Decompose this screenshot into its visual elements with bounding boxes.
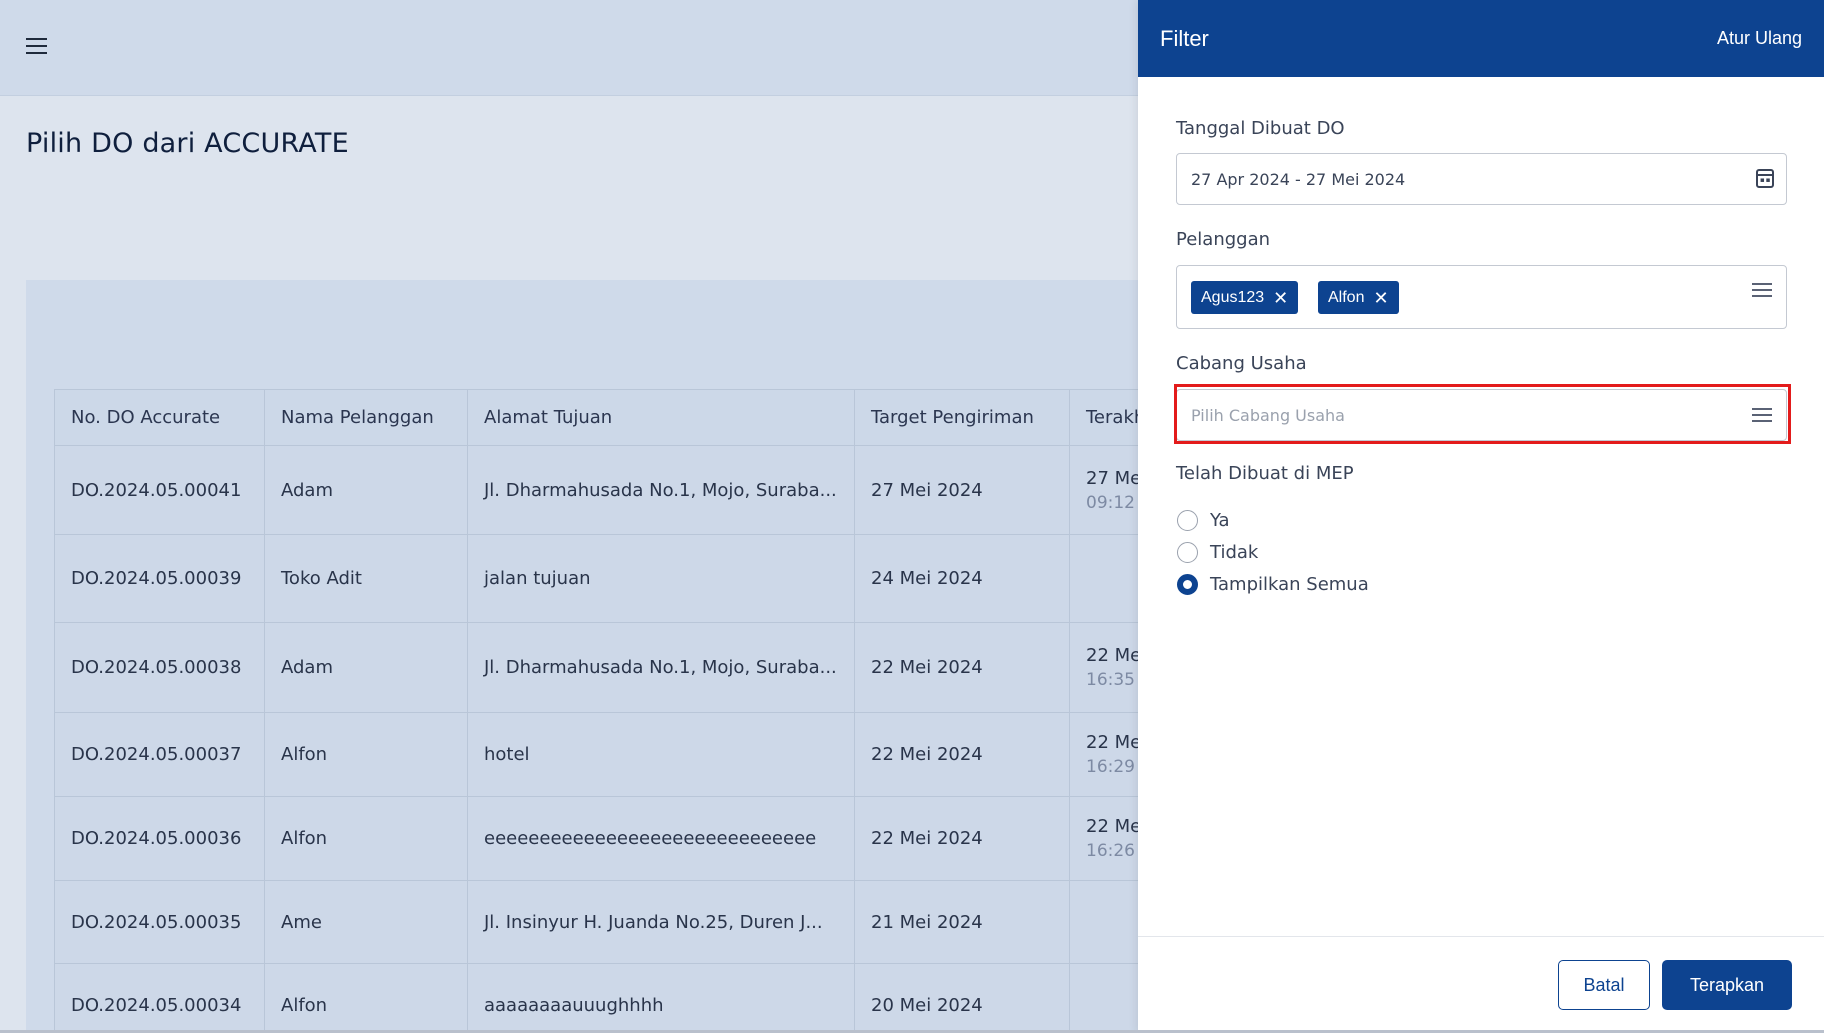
radio-label: Tampilkan Semua	[1210, 574, 1369, 595]
cell-alamat: Jl. Dharmahusada No.1, Mojo, Suraba...	[467, 445, 855, 535]
chip-label: Agus123	[1201, 288, 1265, 306]
list-icon[interactable]	[1752, 408, 1772, 422]
table-row[interactable]: DO.2024.05.00039 Toko Adit jalan tujuan …	[54, 534, 1210, 623]
branch-placeholder: Pilih Cabang Usaha	[1191, 406, 1345, 425]
cell-target: 24 Mei 2024	[854, 534, 1070, 623]
cell-target: 20 Mei 2024	[854, 963, 1070, 1033]
cell-terakhir-date: 22 Me	[1086, 816, 1142, 837]
table-row[interactable]: DO.2024.05.00036 Alfon eeeeeeeeeeeeeeeee…	[54, 796, 1210, 881]
cell-no-do: DO.2024.05.00038	[54, 622, 265, 713]
cell-no-do: DO.2024.05.00034	[54, 963, 265, 1033]
radio-circle[interactable]	[1177, 510, 1198, 531]
filter-title: Filter	[1160, 25, 1209, 51]
cell-terakhir-date: 22 Me	[1086, 645, 1142, 666]
calendar-icon[interactable]	[1756, 169, 1774, 188]
close-icon[interactable]: ✕	[1273, 289, 1288, 307]
cell-no-do: DO.2024.05.00037	[54, 712, 265, 797]
customer-multiselect[interactable]: Agus123 ✕ Alfon ✕	[1176, 265, 1787, 329]
radio-tampilkan-semua[interactable]: Tampilkan Semua	[1177, 574, 1369, 595]
cell-target: 27 Mei 2024	[854, 445, 1070, 535]
cell-alamat: eeeeeeeeeeeeeeeeeeeeeeeeeeeeee	[467, 796, 855, 881]
table-row[interactable]: DO.2024.05.00037 Alfon hotel 22 Mei 2024…	[54, 712, 1210, 797]
column-header[interactable]: Nama Pelanggan	[264, 389, 468, 446]
do-table: No. DO Accurate Nama Pelanggan Alamat Tu…	[54, 389, 1210, 1033]
mep-label: Telah Dibuat di MEP	[1176, 463, 1354, 484]
page-title: Pilih DO dari ACCURATE	[26, 128, 349, 159]
reset-button[interactable]: Atur Ulang	[1717, 28, 1802, 49]
column-header[interactable]: No. DO Accurate	[54, 389, 265, 446]
table-row[interactable]: DO.2024.05.00034 Alfon aaaaaaaauuughhhh …	[54, 963, 1210, 1033]
cell-alamat: Jl. Insinyur H. Juanda No.25, Duren J...	[467, 880, 855, 964]
cell-terakhir-date: 27 Me	[1086, 467, 1142, 489]
cancel-button[interactable]: Batal	[1558, 960, 1650, 1010]
cell-no-do: DO.2024.05.00039	[54, 534, 265, 623]
cell-pelanggan: Adam	[264, 622, 468, 713]
cell-pelanggan: Alfon	[264, 712, 468, 797]
cell-alamat: hotel	[467, 712, 855, 797]
list-icon[interactable]	[1752, 283, 1772, 297]
customer-chip: Agus123 ✕	[1191, 281, 1299, 314]
radio-tidak[interactable]: Tidak	[1177, 542, 1258, 563]
customer-chip: Alfon ✕	[1318, 281, 1399, 314]
table-row[interactable]: DO.2024.05.00041 Adam Jl. Dharmahusada N…	[54, 445, 1210, 535]
cell-no-do: DO.2024.05.00041	[54, 445, 265, 535]
branch-select[interactable]: Pilih Cabang Usaha	[1176, 389, 1787, 441]
hamburger-icon[interactable]	[26, 38, 50, 56]
cell-target: 22 Mei 2024	[854, 796, 1070, 881]
column-header[interactable]: Target Pengiriman	[854, 389, 1070, 446]
cell-pelanggan: Adam	[264, 445, 468, 535]
date-range-input[interactable]: 27 Apr 2024 - 27 Mei 2024	[1176, 153, 1787, 205]
cell-target: 21 Mei 2024	[854, 880, 1070, 964]
branch-label: Cabang Usaha	[1176, 353, 1307, 374]
cell-terakhir-date: 22 Me	[1086, 732, 1142, 753]
cell-no-do: DO.2024.05.00036	[54, 796, 265, 881]
close-icon[interactable]: ✕	[1373, 289, 1388, 307]
column-header[interactable]: Alamat Tujuan	[467, 389, 855, 446]
cell-target: 22 Mei 2024	[854, 712, 1070, 797]
radio-circle[interactable]	[1177, 542, 1198, 563]
cell-pelanggan: Ame	[264, 880, 468, 964]
table-row[interactable]: DO.2024.05.00038 Adam Jl. Dharmahusada N…	[54, 622, 1210, 713]
cell-alamat: jalan tujuan	[467, 534, 855, 623]
cell-pelanggan: Toko Adit	[264, 534, 468, 623]
footer-divider	[1138, 936, 1824, 937]
table-header-row: No. DO Accurate Nama Pelanggan Alamat Tu…	[54, 389, 1210, 446]
apply-button[interactable]: Terapkan	[1662, 960, 1792, 1010]
date-label: Tanggal Dibuat DO	[1176, 118, 1345, 139]
filter-header: Filter Atur Ulang	[1138, 0, 1824, 77]
cell-alamat: aaaaaaaauuughhhh	[467, 963, 855, 1033]
radio-circle-selected[interactable]	[1177, 574, 1198, 595]
date-range-value: 27 Apr 2024 - 27 Mei 2024	[1191, 170, 1406, 189]
cell-no-do: DO.2024.05.00035	[54, 880, 265, 964]
cell-pelanggan: Alfon	[264, 963, 468, 1033]
radio-label: Ya	[1210, 510, 1230, 531]
radio-label: Tidak	[1210, 542, 1259, 563]
chip-label: Alfon	[1328, 288, 1365, 306]
cell-alamat: Jl. Dharmahusada No.1, Mojo, Suraba...	[467, 622, 855, 713]
customer-label: Pelanggan	[1176, 229, 1271, 250]
table-row[interactable]: DO.2024.05.00035 Ame Jl. Insinyur H. Jua…	[54, 880, 1210, 964]
radio-ya[interactable]: Ya	[1177, 510, 1230, 531]
cell-pelanggan: Alfon	[264, 796, 468, 881]
filter-drawer: Filter Atur Ulang Tanggal Dibuat DO 27 A…	[1138, 0, 1824, 1033]
cell-target: 22 Mei 2024	[854, 622, 1070, 713]
